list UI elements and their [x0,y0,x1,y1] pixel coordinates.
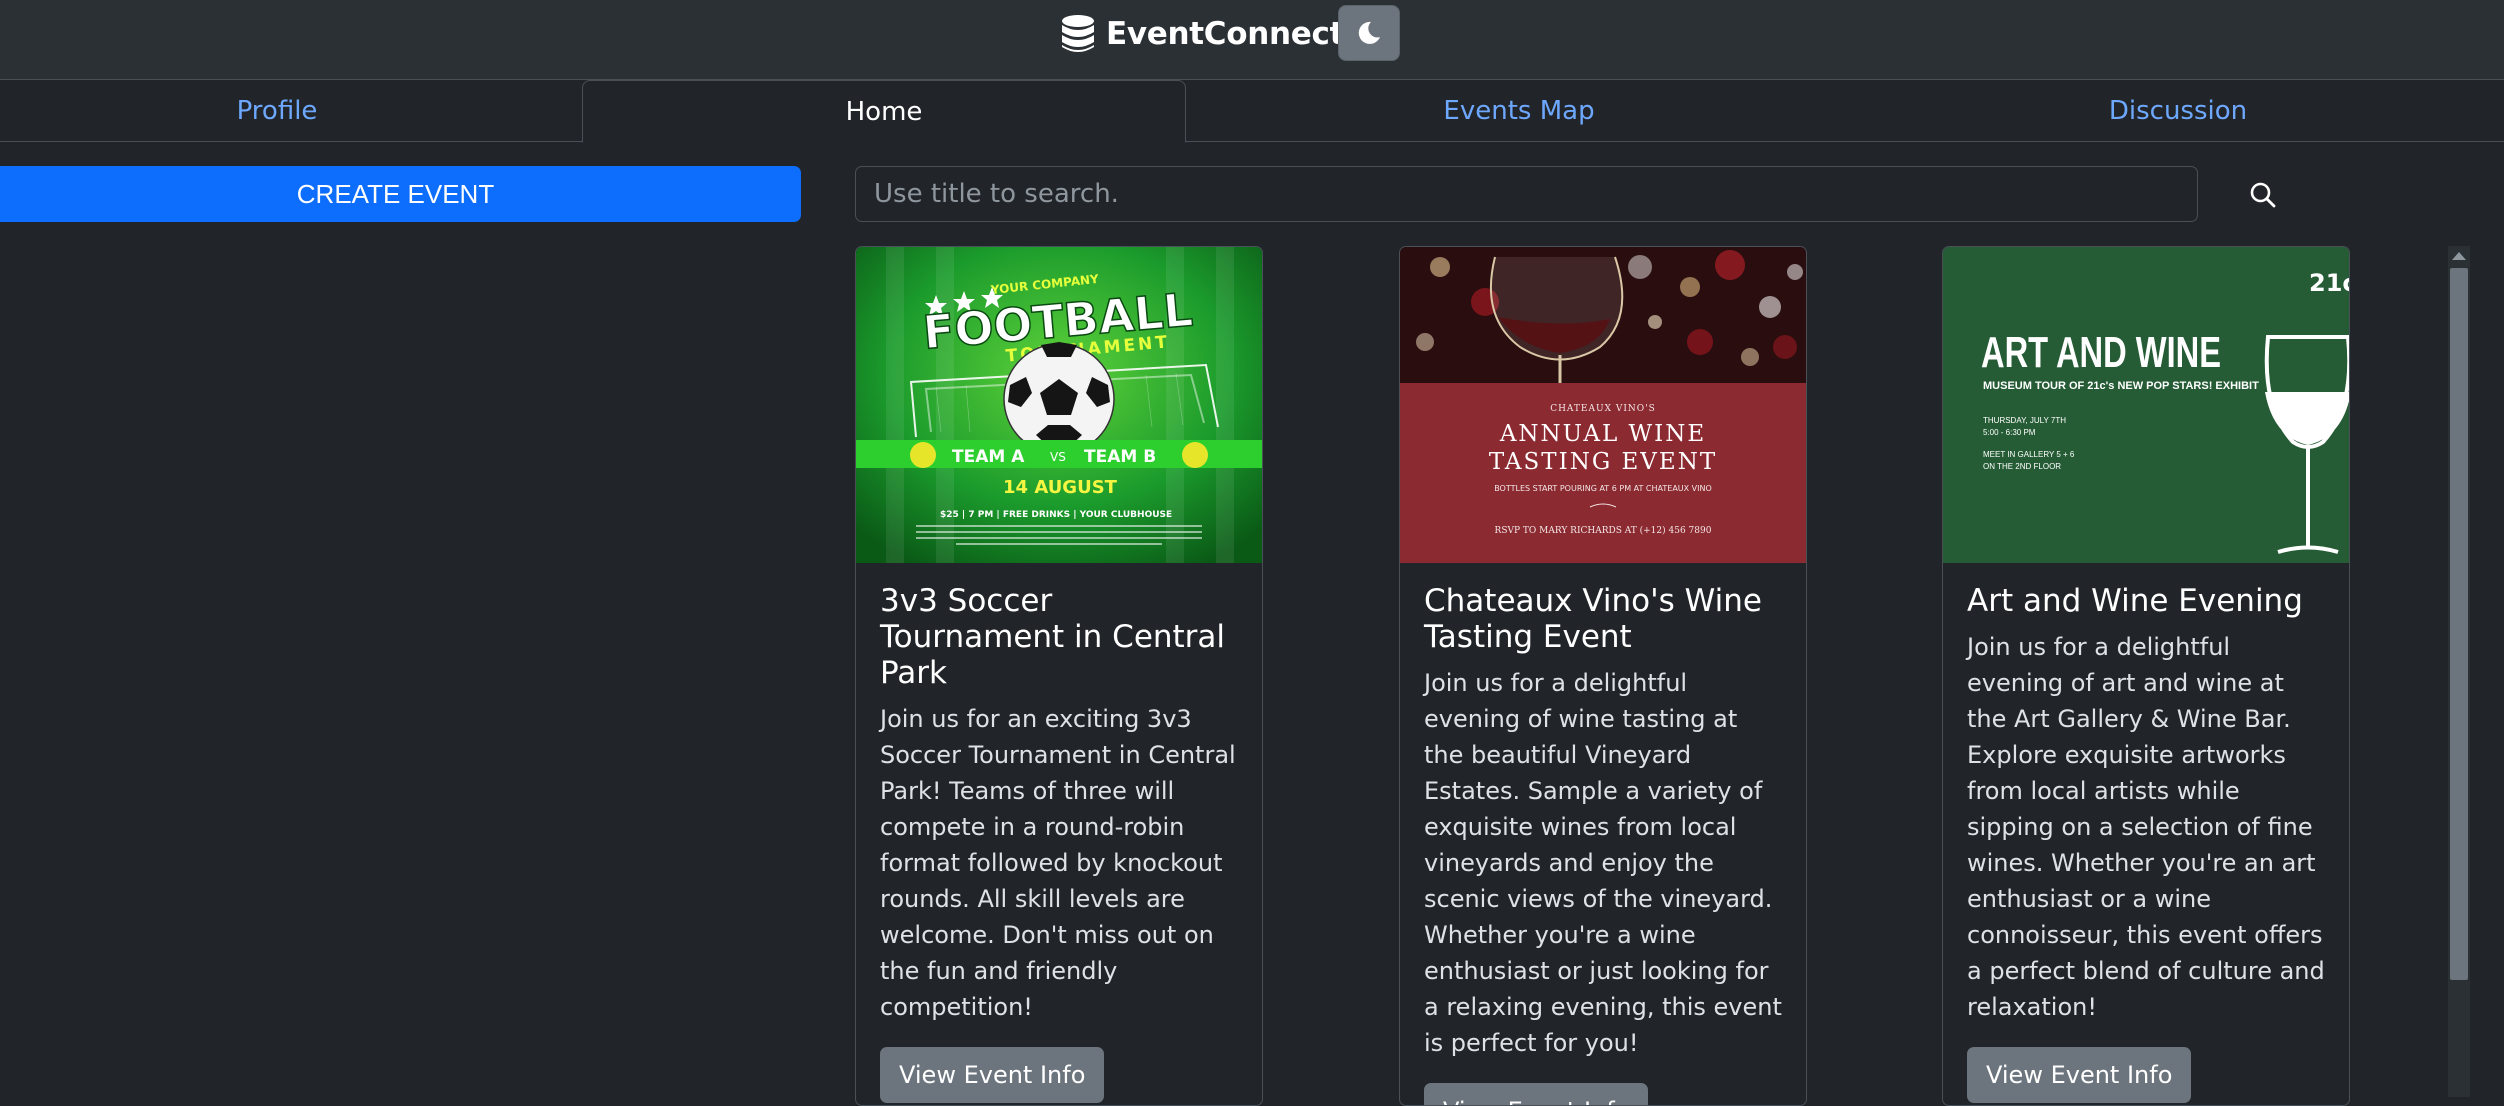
poster-details: $25 | 7 PM | FREE DRINKS | YOUR CLUBHOUS… [940,510,1172,520]
tab-label: Events Map [1443,96,1595,126]
poster-subline: BOTTLES START POURING AT 6 PM AT CHATEAU… [1494,484,1712,493]
event-title: 3v3 Soccer Tournament in Central Park [880,583,1226,691]
poster-place-line-1: MEET IN GALLERY 5 + 6 [1983,450,2075,459]
main-tabs: Profile Home Events Map Discussion [0,80,2504,143]
top-navbar: EventConnect [0,0,2504,80]
view-event-info-button[interactable]: View Event Info [880,1047,1105,1103]
poster-logo: 21c [2309,269,2349,297]
database-icon [1062,15,1094,52]
event-description: Join us for a delightful evening of art … [1967,633,2325,1021]
event-card: YOUR COMPANY FOOTBALL TOURNAMENT TEAM A [855,246,1263,1106]
event-poster-image: 21c ART AND WINE MUSEUM TOUR OF 21c's NE… [1943,247,2349,563]
event-list-scrollbar[interactable] [2448,246,2470,1097]
poster-team-a: TEAM A [952,447,1025,467]
tab-profile[interactable]: Profile [0,80,554,142]
poster-headline: ART AND WINE [1981,328,2221,377]
poster-headline-1: ANNUAL WINE [1499,421,1706,447]
event-poster-image: CHATEAUX VINO'S ANNUAL WINE TASTING EVEN… [1400,247,1806,563]
search-input[interactable] [855,166,2198,222]
poster-rsvp: RSVP TO MARY RICHARDS AT (+12) 456 7890 [1495,525,1712,536]
event-card: 21c ART AND WINE MUSEUM TOUR OF 21c's NE… [1942,246,2350,1106]
poster-headline-2: TASTING EVENT [1489,449,1717,475]
tab-events-map[interactable]: Events Map [1186,80,1852,142]
tab-label: Discussion [2108,96,2248,126]
poster-vs: VS [1050,450,1066,464]
poster-date-line-1: THURSDAY, JULY 7TH [1983,416,2066,425]
search-icon [2250,182,2276,208]
tab-label: Home [845,96,923,127]
soccer-ball [1003,342,1115,455]
tab-label: Profile [236,96,318,126]
event-title: Chateaux Vino's Wine Tasting Event [1424,583,1762,655]
poster-subline: MUSEUM TOUR OF 21c's NEW POP STARS! EXHI… [1983,380,2259,392]
poster-date: 14 AUGUST [1003,477,1118,498]
poster-kicker: CHATEAUX VINO'S [1550,404,1656,414]
view-event-info-button[interactable]: View Event Info [1967,1047,2192,1103]
poster-date-line-2: 5:00 - 6:30 PM [1983,428,2036,437]
poster-team-b: TEAM B [1084,447,1156,467]
brand-name: EventConnect [1106,16,1345,52]
scroll-thumb[interactable] [2450,268,2468,980]
scroll-up-arrow-icon[interactable] [2452,252,2466,260]
theme-toggle-button[interactable] [1338,5,1400,61]
tab-discussion[interactable]: Discussion [1852,80,2504,142]
view-event-info-button[interactable]: View Event Info [1424,1083,1649,1105]
moon-icon [1358,21,1380,44]
event-poster-image: YOUR COMPANY FOOTBALL TOURNAMENT TEAM A [856,247,1262,563]
brand[interactable]: EventConnect [1060,12,1344,56]
event-card: CHATEAUX VINO'S ANNUAL WINE TASTING EVEN… [1399,246,1807,1106]
create-event-button[interactable]: CREATE EVENT [0,166,801,222]
tab-home[interactable]: Home [582,80,1186,143]
event-description: Join us for a delightful evening of wine… [1424,669,1782,1057]
event-description: Join us for an exciting 3v3 Soccer Tourn… [880,705,1236,1021]
poster-place-line-2: ON THE 2ND FLOOR [1983,462,2061,471]
search-button[interactable] [2240,172,2286,218]
event-title: Art and Wine Evening [1967,583,2303,619]
